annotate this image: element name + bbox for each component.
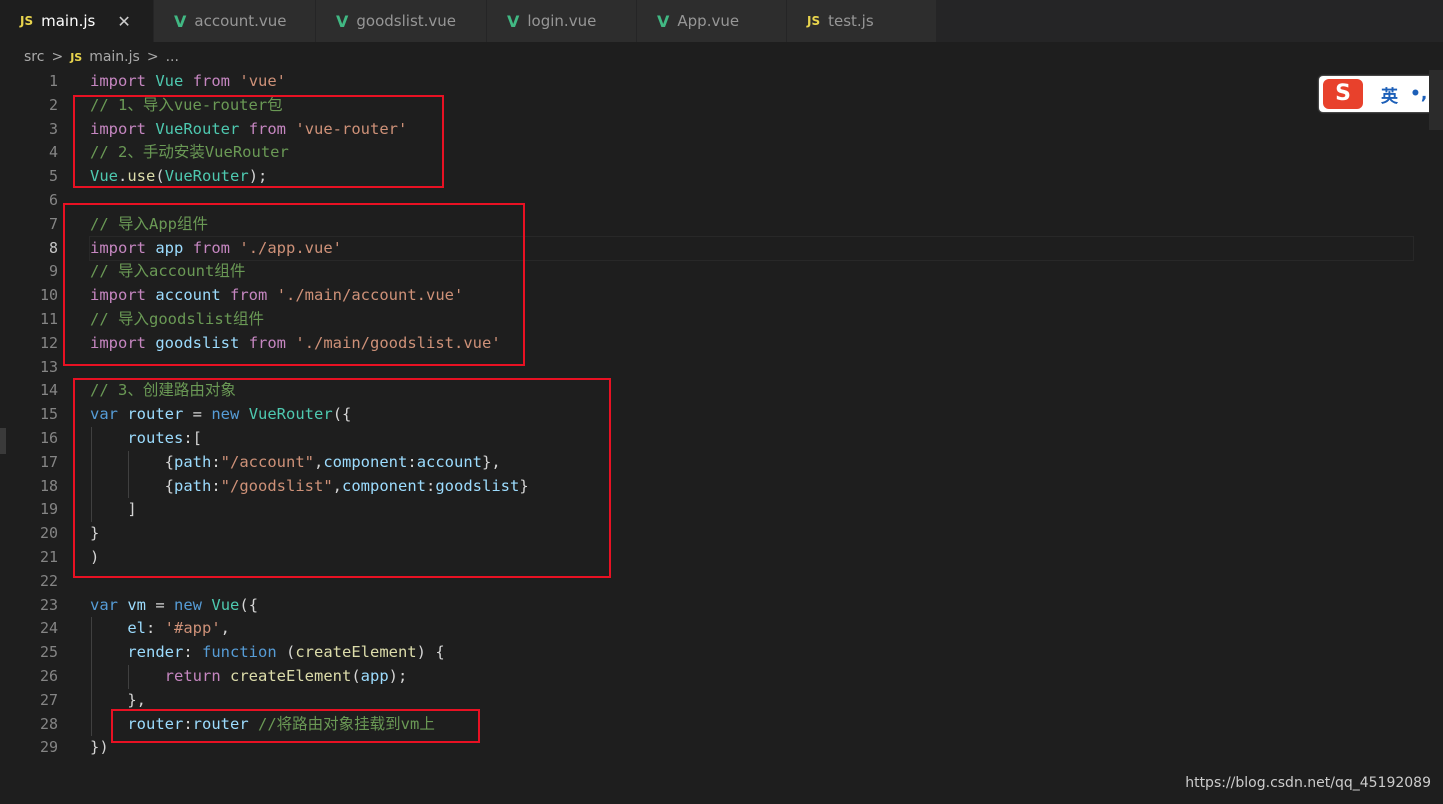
breadcrumb-more[interactable]: ... — [166, 49, 179, 65]
tab-main-js[interactable]: JS main.js ✕ — [0, 0, 154, 42]
indent-guide — [91, 664, 92, 689]
chevron-right-icon: > — [146, 49, 159, 65]
line-number: 14 — [39, 381, 58, 400]
line-number: 6 — [48, 190, 58, 209]
line-number: 21 — [39, 547, 58, 566]
line-number: 19 — [39, 500, 58, 519]
line-number: 18 — [39, 476, 58, 495]
minimap-scroll-indicator[interactable] — [1429, 70, 1443, 130]
highlight-box-router-mount — [111, 709, 480, 743]
vue-file-icon: V — [336, 11, 349, 31]
highlight-box-vue-router-install — [73, 95, 444, 188]
line-number: 11 — [39, 309, 58, 328]
line-number: 26 — [39, 666, 58, 685]
line-number: 20 — [39, 524, 58, 543]
code-line[interactable]: return createElement(app); — [90, 664, 1413, 689]
tab-label: main.js — [41, 12, 96, 30]
watermark-url: https://blog.csdn.net/qq_45192089 — [1185, 775, 1431, 791]
indent-guide — [91, 712, 92, 737]
line-number: 10 — [39, 286, 58, 305]
line-number: 22 — [39, 571, 58, 590]
input-method-toolbar[interactable]: S 英 •, — [1319, 76, 1443, 112]
tab-label: goodslist.vue — [356, 12, 457, 30]
chevron-right-icon: > — [51, 49, 64, 65]
code-line[interactable]: var vm = new Vue({ — [90, 594, 1413, 618]
highlight-box-component-imports — [63, 203, 525, 366]
js-file-icon: JS — [70, 50, 83, 64]
line-number: 1 — [48, 72, 58, 90]
tab-account-vue[interactable]: V account.vue — [154, 0, 316, 42]
line-number-gutter: 1 2 3 4 5 6 7 8 9 10 11 12 13 14 15 16 17 18 19 20 21 22 23 24 2… — [0, 70, 64, 760]
line-number: 27 — [39, 690, 58, 709]
code-line[interactable]: render: function (createElement) { — [90, 641, 1413, 665]
indent-guide — [91, 617, 92, 642]
line-number: 29 — [39, 738, 58, 757]
line-number: 2 — [48, 95, 58, 114]
line-number: 23 — [39, 595, 58, 614]
ime-mode-label[interactable]: 英 — [1381, 82, 1398, 107]
sogou-logo-icon: S — [1323, 79, 1363, 109]
line-number: 3 — [48, 119, 58, 138]
highlight-box-router-object — [73, 378, 611, 578]
breadcrumb-folder[interactable]: src — [24, 49, 44, 65]
line-number: 13 — [39, 357, 58, 376]
line-number: 12 — [39, 333, 58, 352]
vue-file-icon: V — [174, 11, 187, 31]
js-file-icon: JS — [20, 14, 34, 28]
tab-label: App.vue — [677, 12, 740, 30]
line-number: 15 — [39, 405, 58, 424]
line-number: 7 — [48, 214, 58, 233]
indent-guide — [128, 664, 130, 689]
close-icon[interactable]: ✕ — [117, 12, 130, 31]
breadcrumb-file[interactable]: main.js — [89, 49, 140, 65]
code-line[interactable]: import Vue from 'vue' — [90, 70, 1413, 94]
editor-tab-bar: JS main.js ✕ V account.vue V goodslist.v… — [0, 0, 1443, 42]
vue-file-icon: V — [507, 11, 520, 31]
indent-guide — [91, 688, 92, 713]
vue-file-icon: V — [657, 11, 670, 31]
line-number: 28 — [39, 714, 58, 733]
tab-test-js[interactable]: JS test.js — [787, 0, 937, 42]
line-number: 8 — [48, 238, 58, 257]
scroll-marker — [0, 428, 6, 454]
line-number: 4 — [48, 143, 58, 162]
line-number: 16 — [39, 428, 58, 447]
tab-label: test.js — [828, 12, 874, 30]
indent-guide — [91, 641, 92, 665]
tab-label: login.vue — [527, 12, 597, 30]
line-number: 24 — [39, 619, 58, 638]
js-file-icon: JS — [807, 14, 821, 28]
tab-goodslist-vue[interactable]: V goodslist.vue — [316, 0, 487, 42]
line-number: 9 — [48, 262, 58, 281]
line-number: 5 — [48, 167, 58, 186]
ime-punct-label[interactable]: •, — [1410, 84, 1427, 104]
line-number: 17 — [39, 452, 58, 471]
breadcrumb: src > JS main.js > ... — [24, 46, 179, 68]
tab-login-vue[interactable]: V login.vue — [487, 0, 637, 42]
tab-app-vue[interactable]: V App.vue — [637, 0, 787, 42]
tab-label: account.vue — [194, 12, 287, 30]
code-line[interactable]: el: '#app', — [90, 617, 1413, 642]
line-number: 25 — [39, 643, 58, 662]
